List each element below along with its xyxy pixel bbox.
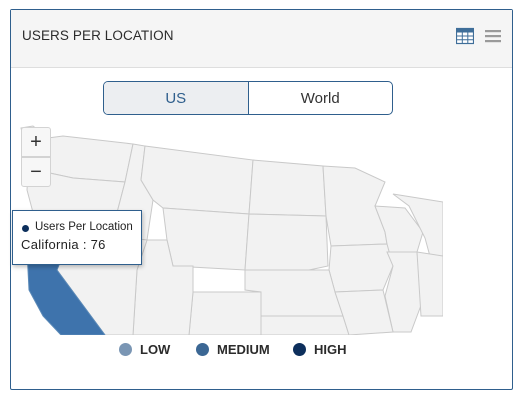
state-kansas[interactable] — [260, 315, 350, 335]
hamburger-menu-icon[interactable] — [484, 27, 502, 45]
legend-label-low: LOW — [140, 342, 171, 357]
map-tooltip: Users Per Location California : 76 — [12, 210, 142, 265]
state-indiana[interactable] — [416, 251, 443, 317]
toggle-us-button[interactable]: US — [104, 82, 249, 114]
zoom-in-button[interactable]: + — [21, 127, 51, 157]
tooltip-value: California : 76 — [21, 237, 106, 252]
state-north-dakota[interactable] — [248, 159, 327, 217]
table-icon[interactable] — [456, 27, 474, 45]
panel-title: USERS PER LOCATION — [22, 28, 174, 43]
state-montana[interactable] — [140, 145, 254, 215]
state-south-dakota[interactable] — [244, 213, 329, 271]
legend-item-low[interactable]: LOW — [119, 342, 170, 357]
state-colorado[interactable] — [188, 291, 262, 335]
tooltip-series-dot — [22, 225, 29, 232]
legend-label-medium: MEDIUM — [217, 342, 270, 357]
legend-item-medium[interactable]: MEDIUM — [196, 342, 270, 357]
legend-dot-medium — [196, 343, 209, 356]
legend-dot-high — [293, 343, 306, 356]
toggle-world-button[interactable]: World — [249, 82, 393, 114]
zoom-out-button[interactable]: − — [21, 157, 51, 187]
legend: LOW MEDIUM HIGH — [11, 342, 512, 362]
region-toggle: US World — [103, 81, 393, 115]
users-per-location-panel: USERS PER LOCATION US World + − Users Pe… — [10, 9, 513, 390]
tooltip-series-name: Users Per Location — [35, 221, 133, 233]
legend-dot-low — [119, 343, 132, 356]
legend-item-high[interactable]: HIGH — [293, 342, 347, 357]
legend-label-high: HIGH — [314, 342, 347, 357]
panel-header: USERS PER LOCATION — [11, 10, 512, 68]
state-iowa[interactable] — [328, 243, 394, 293]
state-wyoming[interactable] — [162, 207, 250, 271]
